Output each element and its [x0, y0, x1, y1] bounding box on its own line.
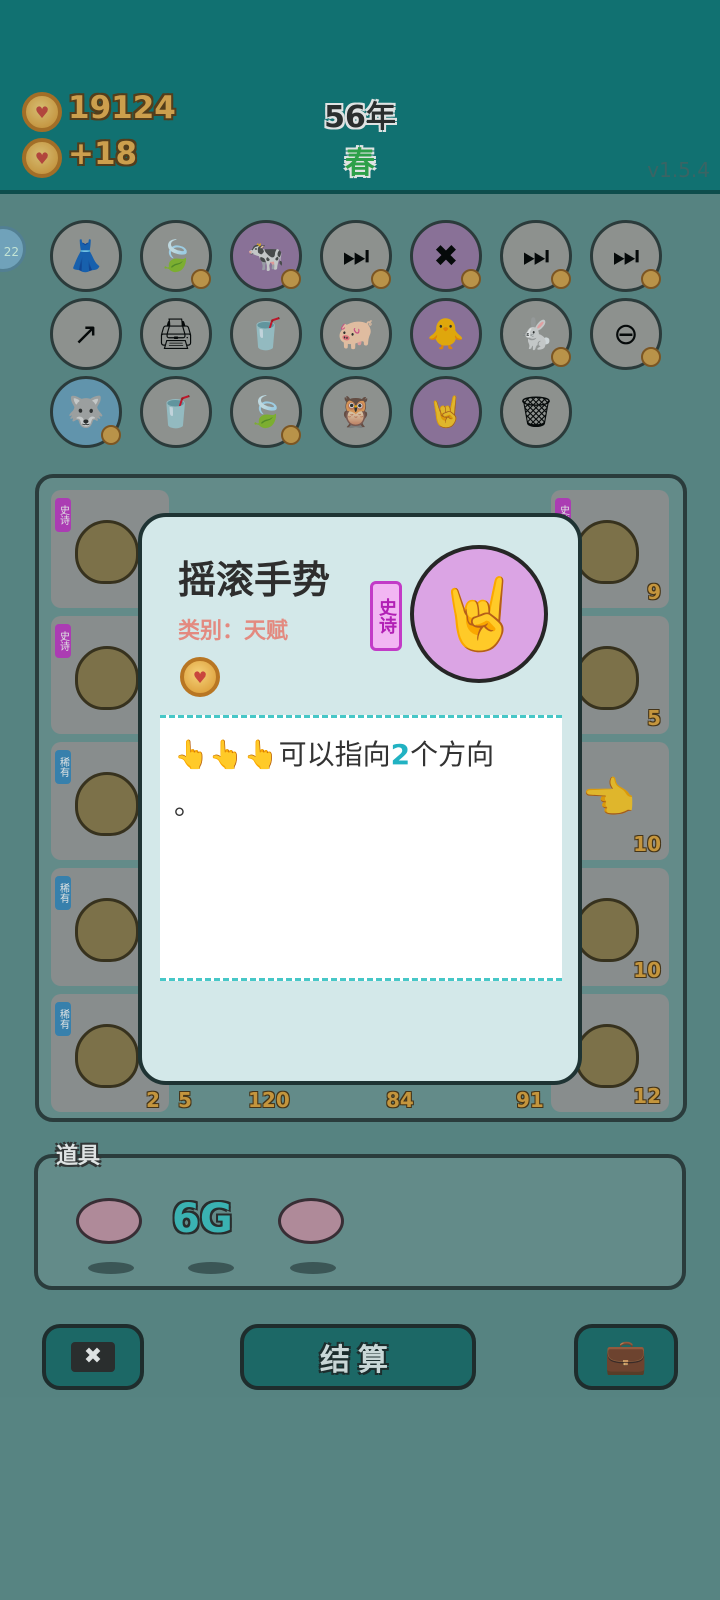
talent-detail-modal: 摇滚手势 类别：天赋 ♥ 史诗 🤘 👆👆👆可以指向2个方向。	[138, 513, 582, 1085]
desc-end: 。	[174, 788, 203, 821]
desc-suffix: 个方向	[410, 738, 495, 771]
pointing-hands-icon: 👆👆👆	[174, 738, 279, 771]
modal-category: 类别：天赋	[178, 619, 289, 644]
description-box: 👆👆👆可以指向2个方向。	[160, 715, 562, 981]
desc-prefix: 可以指向	[278, 738, 391, 771]
coin-icon: ♥	[180, 657, 220, 697]
rock-hand-icon: 🤘	[410, 545, 548, 683]
desc-number: 2	[390, 738, 411, 771]
modal-title: 摇滚手势	[178, 558, 331, 602]
rarity-badge: 史诗	[370, 581, 402, 651]
description-text: 👆👆👆可以指向2个方向。	[174, 730, 554, 830]
